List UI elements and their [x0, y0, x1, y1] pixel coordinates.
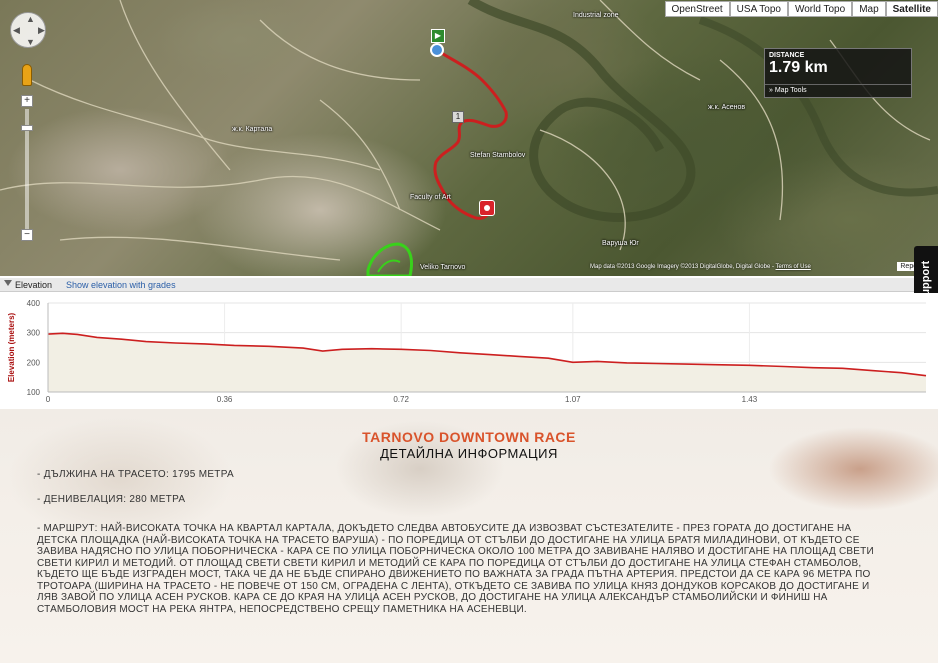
label-faculty: Faculty of Art — [410, 194, 451, 201]
zoom-out-button[interactable]: − — [21, 229, 33, 241]
terms-link[interactable]: Terms of Use — [776, 264, 811, 270]
elevation-chart-svg: 100 200 300 400 0 0.36 0.72 1.07 1.43 Elevation (… — [7, 299, 927, 404]
race-title: TARNOVO DOWNTOWN RACE — [362, 429, 576, 445]
distance-value: 1.79 km — [769, 59, 828, 76]
maptype-world-topo[interactable]: World Topo — [787, 1, 853, 17]
race-length: - ДЪЛЖИНА НА ТРАСЕТО: 1795 МЕТРА — [37, 469, 234, 480]
y-tick-label: 300 — [27, 329, 41, 338]
race-info-section: TARNOVO DOWNTOWN RACE ДЕТАЙЛНА ИНФОРМАЦИ… — [0, 409, 938, 663]
y-axis-label: Elevation (meters) — [7, 312, 16, 382]
km-marker[interactable]: 1 — [452, 111, 464, 123]
pan-down-icon[interactable]: ▼ — [26, 37, 35, 47]
elevation-chart: 100 200 300 400 0 0.36 0.72 1.07 1.43 Elevation (… — [0, 293, 938, 409]
start-point-icon[interactable] — [430, 43, 444, 57]
map-tools-toggle[interactable]: » Map Tools — [765, 84, 911, 97]
elevation-title: Elevation — [15, 280, 53, 290]
maptype-usa-topo[interactable]: USA Topo — [729, 1, 788, 17]
street-view-pegman-icon[interactable] — [22, 64, 32, 86]
distance-panel: DISTANCE 1.79 km » Map Tools — [764, 48, 912, 98]
label-varusha: Варуша Юг — [602, 240, 639, 247]
maptype-map[interactable]: Map — [852, 1, 886, 17]
map-type-selector: OpenStreet USA Topo World Topo Map Satel… — [664, 1, 938, 17]
finish-marker-icon[interactable] — [479, 200, 495, 216]
map-overlay — [0, 0, 938, 276]
race-subtitle: ДЕТАЙЛНА ИНФОРМАЦИЯ — [380, 446, 558, 461]
map-attribution: Map data ©2013 Google Imagery ©2013 Digi… — [590, 264, 811, 270]
distance-label: DISTANCE — [769, 52, 805, 59]
pan-control[interactable]: ▲ ▼ ◀ ▶ — [10, 12, 46, 48]
show-grades-link[interactable]: Show elevation with grades — [66, 280, 176, 290]
label-industrial-zone: Industrial zone — [573, 12, 619, 19]
pan-up-icon[interactable]: ▲ — [26, 14, 35, 24]
zoom-in-button[interactable]: + — [21, 95, 33, 107]
y-tick-label: 100 — [27, 388, 41, 397]
zoom-slider-handle[interactable] — [21, 125, 33, 131]
label-stambolov: Stefan Stambolov — [470, 152, 526, 159]
attribution-text: Map data ©2013 Google Imagery ©2013 Digi… — [590, 264, 771, 270]
map-tools-label: Map Tools — [774, 87, 807, 94]
x-tick-label: 1.07 — [565, 395, 581, 404]
y-tick-label: 400 — [27, 299, 41, 308]
street-network — [0, 0, 931, 261]
collapse-arrow-icon[interactable] — [4, 280, 12, 286]
pan-right-icon[interactable]: ▶ — [38, 25, 45, 36]
maptype-satellite[interactable]: Satellite — [885, 1, 938, 17]
x-tick-label: 0 — [46, 395, 51, 404]
label-kartala: ж.к. Картала — [232, 126, 273, 133]
elevation-header: Elevation Show elevation with grades — [0, 278, 914, 292]
satellite-map[interactable]: Industrial zone ж.к. Асенов ж.к. Картала… — [0, 0, 938, 276]
x-tick-label: 0.36 — [217, 395, 233, 404]
label-asenov: ж.к. Асенов — [708, 104, 746, 111]
zoom-control[interactable]: + − — [21, 95, 33, 245]
start-marker-icon[interactable]: ▶ — [431, 29, 445, 43]
pan-left-icon[interactable]: ◀ — [13, 25, 20, 36]
race-elevation-gain: - ДЕНИВЕЛАЦИЯ: 280 МЕТРА — [37, 494, 186, 505]
label-veliko-tarnovo: Veliko Tarnovo — [420, 264, 466, 271]
race-route-description: - МАРШРУТ: НАЙ-ВИСОКАТА ТОЧКА НА КВАРТАЛ… — [37, 523, 874, 615]
x-tick-label: 0.72 — [393, 395, 409, 404]
y-tick-label: 200 — [27, 358, 41, 367]
maptype-openstreet[interactable]: OpenStreet — [664, 1, 730, 17]
park-area — [366, 242, 413, 276]
x-tick-label: 1.43 — [742, 395, 758, 404]
